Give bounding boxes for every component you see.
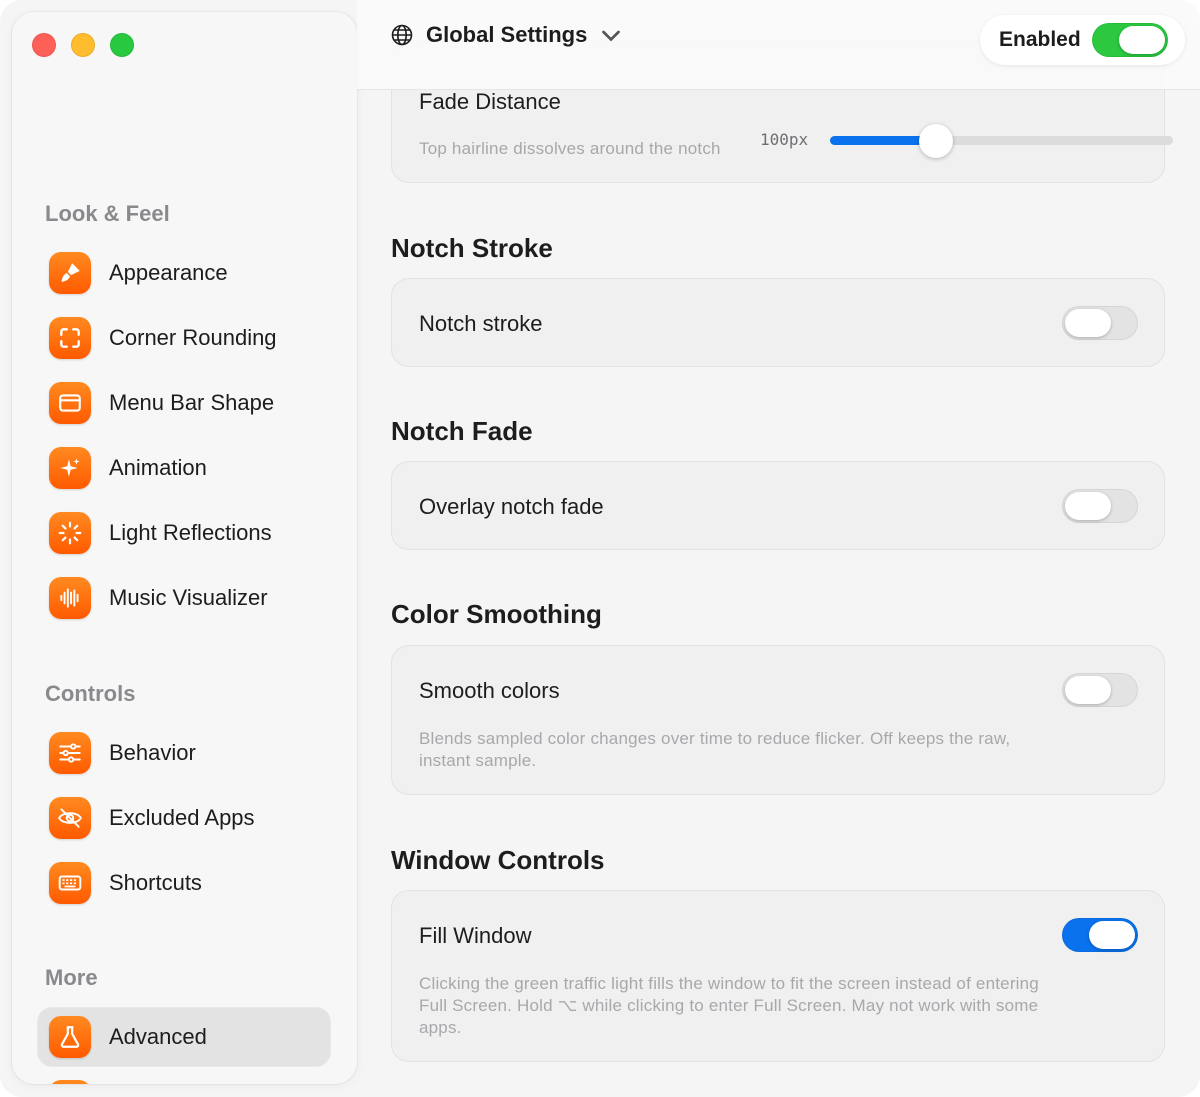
sidebar-item-excluded-apps[interactable]: Excluded Apps — [38, 789, 330, 847]
zoom-button[interactable] — [110, 33, 134, 57]
fill-window-toggle[interactable] — [1062, 918, 1138, 952]
globe-icon — [391, 24, 413, 46]
close-button[interactable] — [32, 33, 56, 57]
sidebar-item-label: Behavior — [109, 740, 196, 765]
smooth-colors-help-line-2: instant sample. — [419, 751, 537, 770]
fade-distance-value: 100px — [760, 130, 809, 149]
notch-fade-card: Overlay notch fade — [391, 461, 1165, 550]
enabled-toggle[interactable] — [1092, 23, 1168, 57]
scope-label: Global Settings — [426, 22, 588, 47]
sun-rays-icon — [49, 512, 91, 554]
next-item-icon — [49, 1080, 91, 1084]
paintbrush-icon — [49, 252, 91, 294]
sidebar-item-label: Music Visualizer — [109, 585, 268, 610]
sidebar-item-label: Excluded Apps — [109, 805, 255, 830]
keyboard-icon — [49, 862, 91, 904]
minimize-button[interactable] — [71, 33, 95, 57]
sliders-icon — [49, 732, 91, 774]
sidebar-item-menu-bar-shape[interactable]: Menu Bar Shape — [38, 374, 330, 432]
sidebar-item-light-reflections[interactable]: Light Reflections — [38, 504, 330, 562]
eye-slash-icon — [49, 797, 91, 839]
enabled-label: Enabled — [999, 28, 1081, 51]
sidebar-item-appearance[interactable]: Appearance — [38, 244, 330, 302]
fill-window-label: Fill Window — [419, 923, 532, 948]
sidebar: Look & Feel Appearance Corner Rounding M… — [12, 12, 357, 1084]
chevron-down-icon — [602, 30, 621, 42]
sidebar-item-corner-rounding[interactable]: Corner Rounding — [38, 309, 330, 367]
flask-icon — [49, 1016, 91, 1058]
smooth-colors-label: Smooth colors — [419, 678, 560, 703]
sidebar-item-animation[interactable]: Animation — [38, 439, 330, 497]
settings-content: Fade Distance 100px Top hairline dissolv… — [357, 0, 1200, 1097]
section-title-look-and-feel: Look & Feel — [45, 201, 170, 226]
fill-window-help-line-2: Full Screen. Hold ⌥ while clicking to en… — [419, 996, 1039, 1015]
window-icon — [49, 382, 91, 424]
sidebar-item-label: Shortcuts — [109, 870, 202, 895]
notch-stroke-toggle[interactable] — [1062, 306, 1138, 340]
color-smoothing-card: Smooth colors Blends sampled color chang… — [391, 645, 1165, 795]
sidebar-item-label: Animation — [109, 455, 207, 480]
section-heading-notch-fade: Notch Fade — [391, 416, 533, 446]
sidebar-item-music-visualizer[interactable]: Music Visualizer — [38, 569, 330, 627]
fade-distance-label: Fade Distance — [419, 89, 561, 114]
fill-window-help-line-3: apps. — [419, 1018, 462, 1037]
notch-fade-toggle[interactable] — [1062, 489, 1138, 523]
window-controls-card: Fill Window Clicking the green traffic l… — [391, 890, 1165, 1062]
section-heading-window-controls: Window Controls — [391, 845, 605, 875]
sidebar-item-shortcuts[interactable]: Shortcuts — [38, 854, 330, 912]
scope-picker[interactable]: Global Settings — [390, 22, 623, 48]
enabled-control: Enabled — [980, 15, 1185, 65]
smooth-colors-toggle[interactable] — [1062, 673, 1138, 707]
section-title-more: More — [45, 965, 98, 990]
settings-window: Look & Feel Appearance Corner Rounding M… — [0, 0, 1200, 1097]
sidebar-item-label: Menu Bar Shape — [109, 390, 275, 415]
fill-window-help-line-1: Clicking the green traffic light fills t… — [419, 974, 1039, 993]
corners-icon — [49, 317, 91, 359]
sparkles-icon — [49, 447, 91, 489]
section-heading-color-smoothing: Color Smoothing — [391, 599, 602, 629]
slider-thumb[interactable] — [919, 124, 953, 158]
notch-stroke-card: Notch stroke — [391, 278, 1165, 367]
section-heading-notch-stroke: Notch Stroke — [391, 233, 553, 263]
traffic-lights — [32, 33, 134, 57]
sidebar-item-behavior[interactable]: Behavior — [38, 724, 330, 782]
notch-stroke-label: Notch stroke — [419, 311, 543, 336]
sidebar-item-label: Appearance — [109, 260, 228, 285]
sidebar-item-label: Corner Rounding — [109, 325, 277, 350]
fade-distance-slider[interactable] — [830, 124, 1173, 158]
fade-distance-help: Top hairline dissolves around the notch — [419, 139, 721, 158]
notch-fade-label: Overlay notch fade — [419, 494, 604, 519]
sidebar-item-label: Light Reflections — [109, 520, 272, 545]
sidebar-item-label: Advanced — [109, 1024, 207, 1049]
section-title-controls: Controls — [45, 681, 136, 706]
waveform-icon — [49, 577, 91, 619]
smooth-colors-help-line-1: Blends sampled color changes over time t… — [419, 729, 1011, 748]
sidebar-item-advanced[interactable]: Advanced — [38, 1008, 330, 1066]
toolbar: Global Settings Enabled — [357, 0, 1200, 90]
